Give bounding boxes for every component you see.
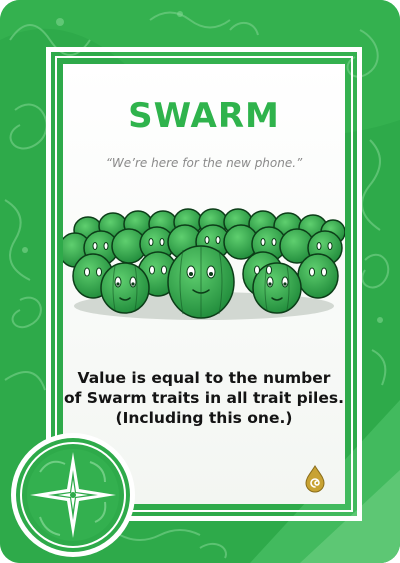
card-title: SWARM — [128, 96, 280, 136]
card-art — [63, 208, 345, 320]
rules-text-line: Value is equal to the number — [77, 369, 331, 387]
drop-swirl-icon — [305, 465, 325, 493]
flavor-text: “We’re here for the new phone.” — [105, 156, 303, 170]
rules-text-line: of Swarm traits in all trait piles. — [64, 389, 344, 407]
compass-star-icon — [11, 433, 135, 557]
rules-text: Value is equal to the number of Swarm tr… — [63, 368, 345, 428]
swarm-card[interactable]: SWARM “We’re here for the new phone.” Va… — [0, 0, 400, 563]
rules-text-line: (Including this one.) — [115, 409, 293, 427]
